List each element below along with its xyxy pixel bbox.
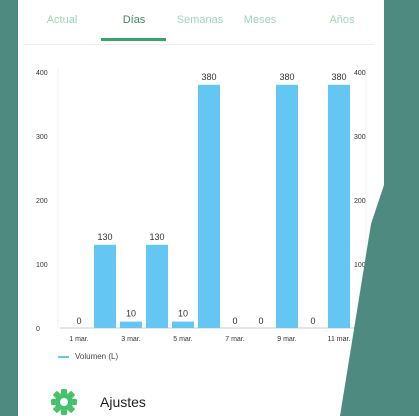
data-label: 130 <box>149 232 164 242</box>
x-tick-label: 5 mar. <box>173 336 193 343</box>
gear-icon <box>51 389 77 415</box>
tab-anos[interactable]: Años <box>322 14 362 26</box>
chart-card: Actual Días Semanas Meses Años 0 0 100 100 2… <box>18 0 384 416</box>
tab-semanas[interactable]: Semanas <box>170 14 230 26</box>
chart-legend: Volumen (L) <box>58 352 118 361</box>
x-tick-label: 7 mar. <box>225 336 245 343</box>
bar-11mar <box>328 84 350 328</box>
y-tick-label-left: 300 <box>36 134 48 141</box>
legend-label: Volumen (L) <box>75 352 119 361</box>
data-label: 0 <box>310 316 315 326</box>
tabs-divider <box>24 44 374 45</box>
data-label: 130 <box>97 232 112 242</box>
bar-2mar <box>94 244 116 328</box>
tab-dias[interactable]: Días <box>110 14 158 26</box>
y-tick-label-left: 200 <box>36 198 48 205</box>
data-label: 380 <box>279 72 294 82</box>
data-label: 0 <box>76 316 81 326</box>
y-tick-label-left: 400 <box>36 70 48 77</box>
data-label: 380 <box>331 72 346 82</box>
x-tick-label: 9 mar. <box>277 336 297 343</box>
volume-bar-chart: 0 0 100 100 200 200 300 300 400 400 0 130 10 130 10 380… <box>36 68 367 343</box>
settings-row[interactable]: Ajustes <box>50 388 146 416</box>
x-tick-label: 3 mar. <box>121 336 141 343</box>
y-tick-label-right: 300 <box>354 134 366 141</box>
legend-swatch <box>58 355 69 358</box>
bar-9mar <box>276 84 298 328</box>
active-tab-indicator <box>101 38 166 41</box>
x-tick-label: 11 mar. <box>328 336 351 343</box>
data-label: 10 <box>126 309 136 319</box>
data-label: 0 <box>232 316 237 326</box>
period-tabs: Actual Días Semanas Meses Años <box>18 0 384 45</box>
tab-actual[interactable]: Actual <box>38 14 86 26</box>
data-label: 380 <box>201 72 216 82</box>
data-label: 10 <box>178 309 188 319</box>
bar-5mar <box>172 321 194 328</box>
settings-label: Ajustes <box>100 394 146 410</box>
y-tick-label-right: 0 <box>354 326 358 333</box>
y-tick-label-right: 400 <box>354 70 366 77</box>
x-tick-label: 1 mar. <box>69 336 89 343</box>
y-tick-label-left: 0 <box>36 326 40 333</box>
data-label: 0 <box>258 316 263 326</box>
tab-meses[interactable]: Meses <box>236 14 284 26</box>
bar-4mar <box>146 244 168 328</box>
y-tick-label-right: 100 <box>354 262 366 269</box>
bar-3mar <box>120 321 142 328</box>
y-tick-label-right: 200 <box>354 198 366 205</box>
bar-6mar <box>198 84 220 328</box>
y-tick-label-left: 100 <box>36 262 48 269</box>
